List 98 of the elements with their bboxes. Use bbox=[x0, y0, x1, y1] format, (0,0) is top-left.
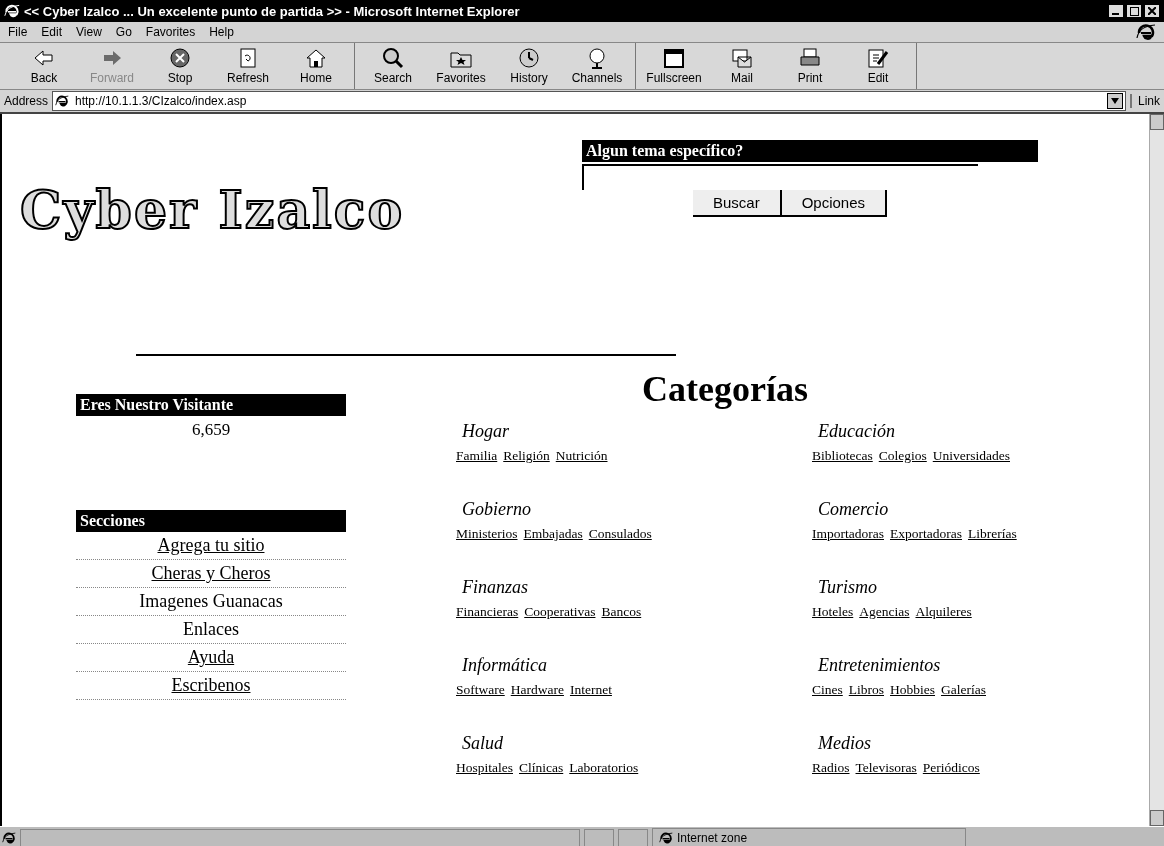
zone-label: Internet zone bbox=[677, 831, 748, 845]
category-link[interactable]: Bibliotecas bbox=[812, 448, 873, 464]
minimize-button[interactable] bbox=[1108, 4, 1124, 18]
category-link[interactable]: Internet bbox=[569, 682, 612, 698]
category-link[interactable]: Cooperativas bbox=[524, 604, 596, 620]
category-heading: Finanzas bbox=[462, 575, 529, 599]
category-link[interactable]: Financieras bbox=[456, 604, 519, 620]
search-heading: Algun tema específico? bbox=[582, 140, 1038, 162]
category-heading: Educación bbox=[818, 419, 896, 443]
category-link[interactable]: Colegios bbox=[878, 448, 927, 464]
toolbar-button[interactable]: Print bbox=[776, 43, 844, 89]
category-link[interactable]: Radios bbox=[812, 760, 850, 776]
section-item[interactable]: Imagenes Guanacas bbox=[76, 588, 346, 616]
category-link[interactable]: Cines bbox=[812, 682, 843, 698]
category-link[interactable]: Importadoras bbox=[812, 526, 884, 542]
menu-item[interactable]: View bbox=[76, 25, 102, 39]
menu-item[interactable]: Go bbox=[115, 25, 132, 39]
category-link[interactable]: Agencias bbox=[859, 604, 910, 620]
site-logo: Cyber Izalco bbox=[20, 178, 405, 240]
section-link[interactable]: Cheras y Cheros bbox=[76, 560, 346, 588]
category-link[interactable]: Religión bbox=[503, 448, 550, 464]
toolbar-button[interactable]: Favorites bbox=[427, 43, 495, 89]
category-link[interactable]: Nutrición bbox=[555, 448, 608, 464]
category-link[interactable]: Galerías bbox=[941, 682, 986, 698]
category-link[interactable]: Libros bbox=[848, 682, 884, 698]
maximize-button[interactable] bbox=[1126, 4, 1142, 18]
section-item[interactable]: Enlaces bbox=[76, 616, 346, 644]
category-link[interactable]: Bancos bbox=[601, 604, 642, 620]
category-heading: Informática bbox=[462, 653, 548, 677]
category-heading: Hogar bbox=[462, 419, 510, 443]
toolbar-button[interactable]: Stop bbox=[146, 43, 214, 89]
toolbar-button[interactable]: Mail bbox=[708, 43, 776, 89]
options-button[interactable]: Opciones bbox=[781, 190, 888, 217]
category-link[interactable]: Hardware bbox=[510, 682, 564, 698]
menu-item[interactable]: Favorites bbox=[145, 25, 196, 39]
scroll-bar[interactable] bbox=[1149, 114, 1164, 826]
category-link[interactable]: Televisoras bbox=[855, 760, 917, 776]
category-link[interactable]: Universidades bbox=[932, 448, 1010, 464]
clock-icon bbox=[517, 47, 541, 69]
category-link[interactable]: Librerías bbox=[967, 526, 1017, 542]
close-icon bbox=[1148, 7, 1156, 15]
toolbar-button[interactable]: Back bbox=[10, 43, 78, 89]
section-link[interactable]: Escribenos bbox=[76, 672, 346, 700]
category-link[interactable]: Periódicos bbox=[922, 760, 980, 776]
category-link[interactable]: Alquileres bbox=[915, 604, 972, 620]
address-box[interactable]: http://10.1.1.3/CIzalco/index.asp bbox=[52, 91, 1126, 111]
envelope-icon bbox=[730, 47, 754, 69]
browser-logo-icon bbox=[1136, 22, 1156, 42]
category-link[interactable]: Embajadas bbox=[523, 526, 583, 542]
category-heading: Comercio bbox=[818, 497, 890, 521]
toolbar-button[interactable]: Channels bbox=[563, 43, 631, 89]
visitor-heading: Eres Nuestro Visitante bbox=[76, 394, 346, 416]
category-link[interactable]: Laboratorios bbox=[569, 760, 639, 776]
address-label: Address bbox=[4, 94, 49, 108]
category-link[interactable]: Hospitales bbox=[456, 760, 513, 776]
sections-heading: Secciones bbox=[76, 510, 346, 532]
submit-button[interactable]: Buscar bbox=[692, 190, 782, 217]
status-pane bbox=[618, 829, 648, 846]
dropdown-icon bbox=[1111, 98, 1119, 104]
category-link[interactable]: Exportadoras bbox=[890, 526, 962, 542]
category-link[interactable]: Consulados bbox=[588, 526, 652, 542]
toolbar-button[interactable]: History bbox=[495, 43, 563, 89]
toolbar-button[interactable]: Edit bbox=[844, 43, 912, 89]
category-link[interactable]: Clínicas bbox=[519, 760, 564, 776]
menu-item[interactable]: Edit bbox=[41, 25, 63, 39]
browser-icon bbox=[4, 3, 20, 19]
category-heading: Medios bbox=[818, 731, 872, 755]
category-heading: Turismo bbox=[818, 575, 879, 599]
search-icon bbox=[381, 47, 405, 69]
menu-item[interactable]: Help bbox=[209, 25, 234, 39]
category-heading: Salud bbox=[462, 731, 504, 755]
window-title: << Cyber Izalco ... Un excelente punto de partida >> - Microsoft Internet Explorer bbox=[24, 3, 521, 19]
category-heading: Entretenimientos bbox=[818, 653, 942, 677]
close-button[interactable] bbox=[1144, 4, 1160, 18]
category-heading: Gobierno bbox=[462, 497, 532, 521]
document-pencil-icon bbox=[866, 47, 890, 69]
house-icon bbox=[304, 47, 328, 69]
links-label[interactable]: Link bbox=[1130, 94, 1160, 108]
category-link[interactable]: Hobbies bbox=[890, 682, 935, 698]
category-link[interactable]: Ministerios bbox=[456, 526, 518, 542]
category-link[interactable]: Hoteles bbox=[812, 604, 854, 620]
stop-icon bbox=[168, 47, 192, 69]
printer-icon bbox=[798, 47, 822, 69]
toolbar-button[interactable]: Fullscreen bbox=[640, 43, 708, 89]
toolbar-button[interactable]: Home bbox=[282, 43, 350, 89]
maximize-icon bbox=[1129, 6, 1139, 16]
section-link[interactable]: Agrega tu sitio bbox=[76, 532, 346, 560]
toolbar-button[interactable]: Search bbox=[359, 43, 427, 89]
toolbar-button[interactable]: Refresh bbox=[214, 43, 282, 89]
section-link[interactable]: Ayuda bbox=[76, 644, 346, 672]
status-pane bbox=[584, 829, 614, 846]
category-link[interactable]: Software bbox=[456, 682, 505, 698]
menu-item[interactable]: File bbox=[8, 25, 28, 39]
window-icon bbox=[662, 47, 686, 69]
categories-title: Categorías bbox=[642, 368, 809, 410]
left-arrow-icon bbox=[32, 47, 56, 69]
visitor-count: 6,659 bbox=[190, 419, 232, 441]
category-link[interactable]: Familia bbox=[456, 448, 498, 464]
